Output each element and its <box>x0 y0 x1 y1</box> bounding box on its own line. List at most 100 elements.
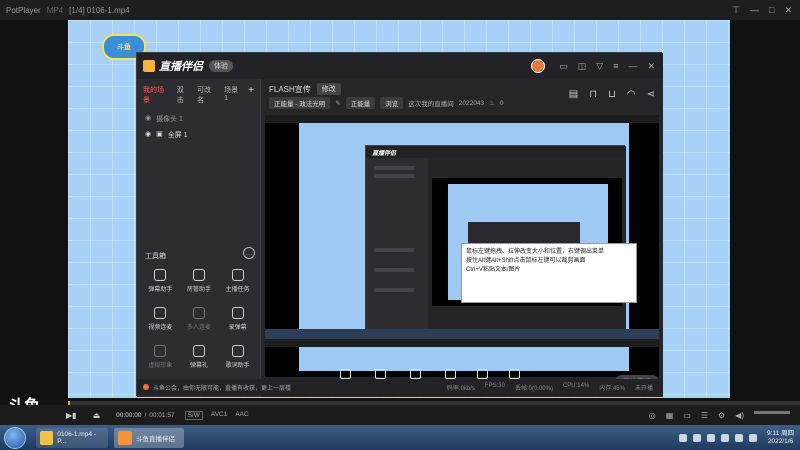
stat-fps: FPS:30 <box>484 382 505 389</box>
skin-icon[interactable]: ◫ <box>578 61 587 72</box>
gift-icon[interactable]: ▤ <box>569 89 578 100</box>
tray-icon[interactable] <box>707 433 716 442</box>
tab-scene-1[interactable]: 场景1 <box>224 85 241 105</box>
clock[interactable]: 9:11 周四 2022/1/6 <box>767 430 794 446</box>
tool-label: 视频连麦 <box>148 325 173 331</box>
player-title-bar[interactable]: PotPlayer MP4 [1/4] 0106-1.mp4 ⊤ — □ ✕ <box>0 0 800 20</box>
tool-item[interactable]: 多人连麦 <box>180 307 219 331</box>
maximize-icon[interactable]: □ <box>769 5 774 16</box>
category-select[interactable]: 正能量 - 政法光明 <box>269 97 331 109</box>
tool-item[interactable]: 录弹幕 <box>218 307 257 331</box>
stream-tags: S/W AVC1 AAC <box>184 410 249 420</box>
shirt-icon[interactable]: ▽ <box>596 61 603 72</box>
lock-icon[interactable]: ▣ <box>156 130 163 140</box>
preview-captured-titlebar <box>265 115 659 123</box>
eq-icon[interactable]: ☰ <box>701 411 708 420</box>
room-label: 这次我的直播间 <box>408 101 454 108</box>
taskbar-item-companion[interactable]: 斗鱼直播伴侣 <box>114 427 184 448</box>
pencil-icon[interactable]: ✎ <box>335 99 340 107</box>
player-file-name: [1/4] 0106-1.mp4 <box>69 5 130 15</box>
main-toolbar-icons: ▤ ⊓ ⊔ ◠ ⋖ <box>569 89 655 100</box>
share-icon[interactable]: ⋖ <box>647 89 655 100</box>
main-panel: FLASH宣传 修改 正能量 - 政法光明 ✎ 正能量 浏览 这次我的直播间 2… <box>261 79 663 397</box>
chat-icon[interactable]: ▭ <box>683 411 691 420</box>
preview-canvas[interactable]: 直播伴侣 鼠标左键拖拽、拉伸改变大小和位置，右键调出菜单 按住Alt键Alt+S… <box>265 115 659 377</box>
tag-decoder[interactable]: S/W <box>184 410 203 420</box>
tab-double-click[interactable]: 双击 <box>177 85 190 105</box>
settings-icon[interactable]: ⚙ <box>718 411 725 420</box>
stream-info-row: 正能量 - 政法光明 ✎ 正能量 浏览 这次我的直播间 2022043 ♨ 0 <box>269 97 504 109</box>
scene-item-fullscreen[interactable]: ◉ ▣ 全屏 1 <box>137 127 260 143</box>
source-icon <box>508 369 520 379</box>
tooltip-line: 鼠标左键拖拽、拉伸改变大小和位置，右键调出菜单 <box>466 249 605 255</box>
tab-rename[interactable]: 可改名 <box>197 85 217 105</box>
tag-video-codec: AVC1 <box>210 410 228 418</box>
tool-item[interactable]: 房管助手 <box>180 269 219 293</box>
volume-icon[interactable] <box>749 433 758 442</box>
player-app-name: PotPlayer <box>6 5 41 15</box>
live-companion-window: 直播伴侣 体验 ▭ ◫ ▽ ≡ — ✕ 我的场景 双击 可改名 场景1 + ◉ … <box>136 52 663 397</box>
scene-item-camera[interactable]: ◉ 摄像头 1 <box>137 111 260 127</box>
quality-select[interactable]: 正能量 <box>345 97 376 109</box>
minimize-icon[interactable]: — <box>628 61 637 72</box>
playback-buttons: ▶▮ ⏏ <box>66 411 100 420</box>
minimize-icon[interactable]: — <box>750 5 759 16</box>
message-icon[interactable]: ▭ <box>559 61 568 72</box>
more-icon[interactable]: … <box>243 247 255 259</box>
tool-item[interactable]: 虚拟形象 <box>141 345 180 369</box>
add-scene-icon[interactable]: + <box>248 85 254 105</box>
close-icon[interactable]: ✕ <box>647 61 655 72</box>
tab-my-scenes[interactable]: 我的场景 <box>143 85 170 105</box>
scene-label: 摄像头 1 <box>156 116 183 123</box>
browse-button[interactable]: 浏览 <box>380 97 404 109</box>
version-badge[interactable]: 体验 <box>209 60 233 72</box>
avatar[interactable] <box>531 59 546 73</box>
network-icon[interactable] <box>735 433 744 442</box>
time-current: 00:00:00 <box>116 411 142 419</box>
unlock-icon[interactable]: ⊓ <box>589 89 597 100</box>
tools-title: 工具箱 <box>145 253 166 260</box>
edit-title-button[interactable]: 修改 <box>316 83 341 95</box>
tool-icon <box>231 345 244 357</box>
tool-item[interactable]: 歌词助手 <box>218 345 257 369</box>
tool-label: 录弹幕 <box>228 325 247 331</box>
app-logo-text: 直播伴侣 <box>159 61 203 73</box>
tool-label: 弹幕助手 <box>148 287 173 293</box>
sidebar: 我的场景 双击 可改名 场景1 + ◉ 摄像头 1 ◉ ▣ 全屏 1 工具箱 …… <box>137 79 261 397</box>
source-icon <box>339 369 351 379</box>
volume-icon[interactable]: ◀) <box>735 411 744 420</box>
bell-icon[interactable]: ◠ <box>627 89 636 100</box>
3d-icon[interactable]: ▦ <box>666 411 674 420</box>
start-button[interactable] <box>4 426 26 449</box>
notice-text: 斗鱼公会，由你无限可能，直播有收获，更上一层楼 <box>153 385 292 392</box>
tray-icon[interactable] <box>721 433 730 442</box>
preview-tooltip: 鼠标左键拖拽、拉伸改变大小和位置，右键调出菜单 按住Alt键Alt+Shift点… <box>461 243 637 303</box>
tool-icon <box>154 345 167 357</box>
menu-icon[interactable]: ≡ <box>613 61 618 72</box>
nested-app-topbar <box>366 146 626 158</box>
taskbar-item-label: 斗鱼直播伴侣 <box>136 435 175 443</box>
pin-icon[interactable]: ⊤ <box>732 5 740 16</box>
eye-icon[interactable]: ◉ <box>145 130 151 140</box>
tray-icon[interactable] <box>679 433 688 442</box>
source-icon <box>476 369 488 379</box>
tool-item[interactable]: 弹幕礼 <box>180 345 219 369</box>
taskbar-item-potplayer[interactable]: 0106-1.mp4 - P... <box>36 427 108 448</box>
fire-icon: ♨ <box>489 100 495 107</box>
tool-item[interactable]: 视频连麦 <box>141 307 180 331</box>
volume-slider[interactable] <box>754 410 790 414</box>
play-pause-icon[interactable]: ▶▮ <box>66 411 77 420</box>
lock-icon[interactable]: ⊔ <box>608 89 616 100</box>
tool-label: 虚拟形象 <box>148 363 173 369</box>
eject-icon[interactable]: ⏏ <box>93 411 101 420</box>
360-icon[interactable]: ◎ <box>649 411 656 420</box>
eye-icon[interactable]: ◉ <box>145 114 151 124</box>
tool-item[interactable]: 弹幕助手 <box>141 269 180 293</box>
scene-label: 全屏 1 <box>167 132 188 139</box>
tool-item[interactable]: 主播任务 <box>218 269 257 293</box>
time-total: 00:01:57 <box>149 411 175 419</box>
tag-audio-codec: AAC <box>235 410 249 418</box>
notice[interactable]: 斗鱼公会，由你无限可能，直播有收获，更上一层楼 <box>143 383 291 392</box>
close-icon[interactable]: ✕ <box>784 5 792 16</box>
tray-icon[interactable] <box>693 433 702 442</box>
